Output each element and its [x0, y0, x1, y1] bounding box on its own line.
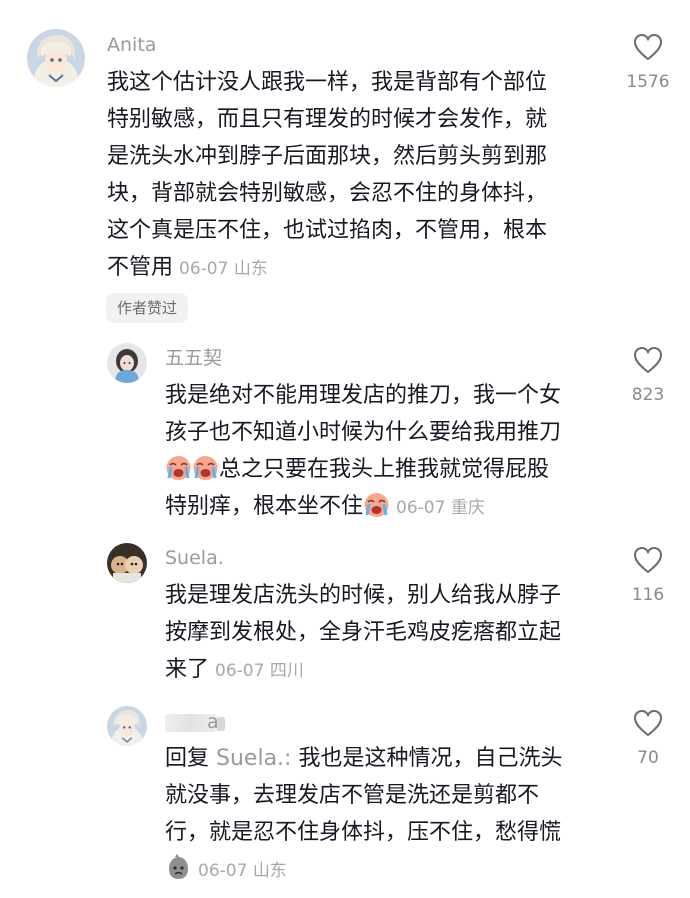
- username[interactable]: Suela.: [165, 546, 224, 570]
- comment-text: 我是理发店洗头的时候，别人给我从脖子 按摩到发根处，全身汗毛鸡皮疙瘩都立起 来了…: [165, 577, 605, 690]
- comment-date: 06-07: [396, 498, 446, 518]
- comment-date: 06-07: [198, 861, 248, 881]
- comment-line: 行，就是忍不住身体抖，压不住，愁得慌: [165, 820, 562, 845]
- anime-avatar-icon: [107, 706, 147, 746]
- comment-date: 06-07: [179, 259, 229, 279]
- loudly-crying-face-icon: [192, 454, 219, 481]
- avatar[interactable]: [107, 543, 147, 583]
- comment-text: 我是绝对不能用理发店的推刀，我一个女 孩子也不知道小时候为什么要给我用推刀 总之…: [165, 377, 605, 527]
- comment-line: 块，背部就会特别敏感，会忍不住的身体抖，: [107, 181, 548, 206]
- author-liked-badge: 作者赞过: [106, 293, 189, 323]
- like-count: 823: [631, 385, 665, 405]
- username[interactable]: Anita: [107, 33, 156, 57]
- avatar[interactable]: [107, 706, 147, 746]
- comment-line: 按摩到发根处，全身汗毛鸡皮疙瘩都立起: [165, 620, 562, 645]
- like-count: 116: [631, 585, 665, 605]
- comment-line: 我是理发店洗头的时候，别人给我从脖子: [165, 583, 562, 608]
- avatar[interactable]: [107, 343, 147, 383]
- comment-line-text: 来了: [165, 657, 210, 682]
- comment-line: 是洗头水冲到脖子后面那块，然后剪头剪到那: [107, 144, 548, 169]
- comment-text: 回复 Suela.: 我也是这种情况，自己洗头 就没事，去理发店不管是洗还是剪都…: [165, 740, 605, 890]
- anime-avatar-icon: [27, 29, 85, 87]
- avatar[interactable]: [27, 29, 85, 87]
- comment-meta: 06-07 山东: [198, 861, 287, 881]
- like-button[interactable]: 116: [618, 546, 678, 605]
- heart-icon: [633, 546, 663, 574]
- comment-line: 06-07 山东: [165, 851, 605, 890]
- comment-line: 孩子也不知道小时候为什么要给我用推刀: [165, 420, 562, 445]
- heart-icon: [633, 33, 663, 61]
- comment-location: 山东: [233, 259, 268, 279]
- comment-line: 总之只要在我头上推我就觉得屁股: [165, 451, 605, 488]
- comment-location: 重庆: [450, 498, 485, 518]
- comment-location: 山东: [252, 861, 287, 881]
- comment-line-text: 不管用: [107, 255, 174, 280]
- comment-meta: 06-07 四川: [215, 661, 304, 681]
- comment-line: 我这个估计没人跟我一样，我是背部有个部位: [107, 70, 548, 95]
- heart-icon: [633, 709, 663, 737]
- comment-line: 特别痒，根本坐不住 06-07 重庆: [165, 488, 605, 527]
- comment-meta: 06-07 山东: [179, 259, 268, 279]
- reply-label: 回复: [165, 746, 210, 771]
- comment-meta: 06-07 重庆: [396, 498, 485, 518]
- comment-line-text: 总之只要在我头上推我就觉得屁股: [219, 457, 550, 482]
- like-count: 70: [637, 748, 659, 768]
- loudly-crying-face-icon: [165, 454, 192, 481]
- like-button[interactable]: 70: [618, 709, 678, 768]
- comment-line: 不管用 06-07 山东: [107, 249, 597, 288]
- comment-line: 特别敏感，而且只有理发的时候才会发作，就: [107, 107, 548, 132]
- username[interactable]: a: [207, 710, 219, 734]
- like-button[interactable]: 1576: [618, 33, 678, 92]
- comment-line: 来了 06-07 四川: [165, 651, 605, 690]
- gray-sad-face-icon: [165, 854, 192, 881]
- comment-line-text: 特别痒，根本坐不住: [165, 494, 364, 519]
- like-count: 1576: [626, 72, 670, 92]
- comment-line-text: 我也是这种情况，自己洗头: [298, 746, 563, 771]
- comment-line: 这个真是压不住，也试过掐肉，不管用，根本: [107, 218, 548, 243]
- comment-text: 我这个估计没人跟我一样，我是背部有个部位 特别敏感，而且只有理发的时候才会发作，…: [107, 64, 597, 288]
- pets-avatar-icon: [107, 543, 147, 583]
- girl-avatar-icon: [107, 343, 147, 383]
- comment-date: 06-07: [215, 661, 265, 681]
- comment-line: 我是绝对不能用理发店的推刀，我一个女: [165, 383, 562, 408]
- loudly-crying-face-icon: [363, 491, 390, 518]
- heart-icon: [633, 346, 663, 374]
- username[interactable]: 五五契: [165, 346, 222, 370]
- like-button[interactable]: 823: [618, 346, 678, 405]
- comment-location: 四川: [269, 661, 304, 681]
- comment-line: 回复 Suela.: 我也是这种情况，自己洗头: [165, 740, 605, 777]
- reply-target-username[interactable]: Suela.:: [216, 746, 291, 771]
- comment-line: 就没事，去理发店不管是洗还是剪都不: [165, 783, 540, 808]
